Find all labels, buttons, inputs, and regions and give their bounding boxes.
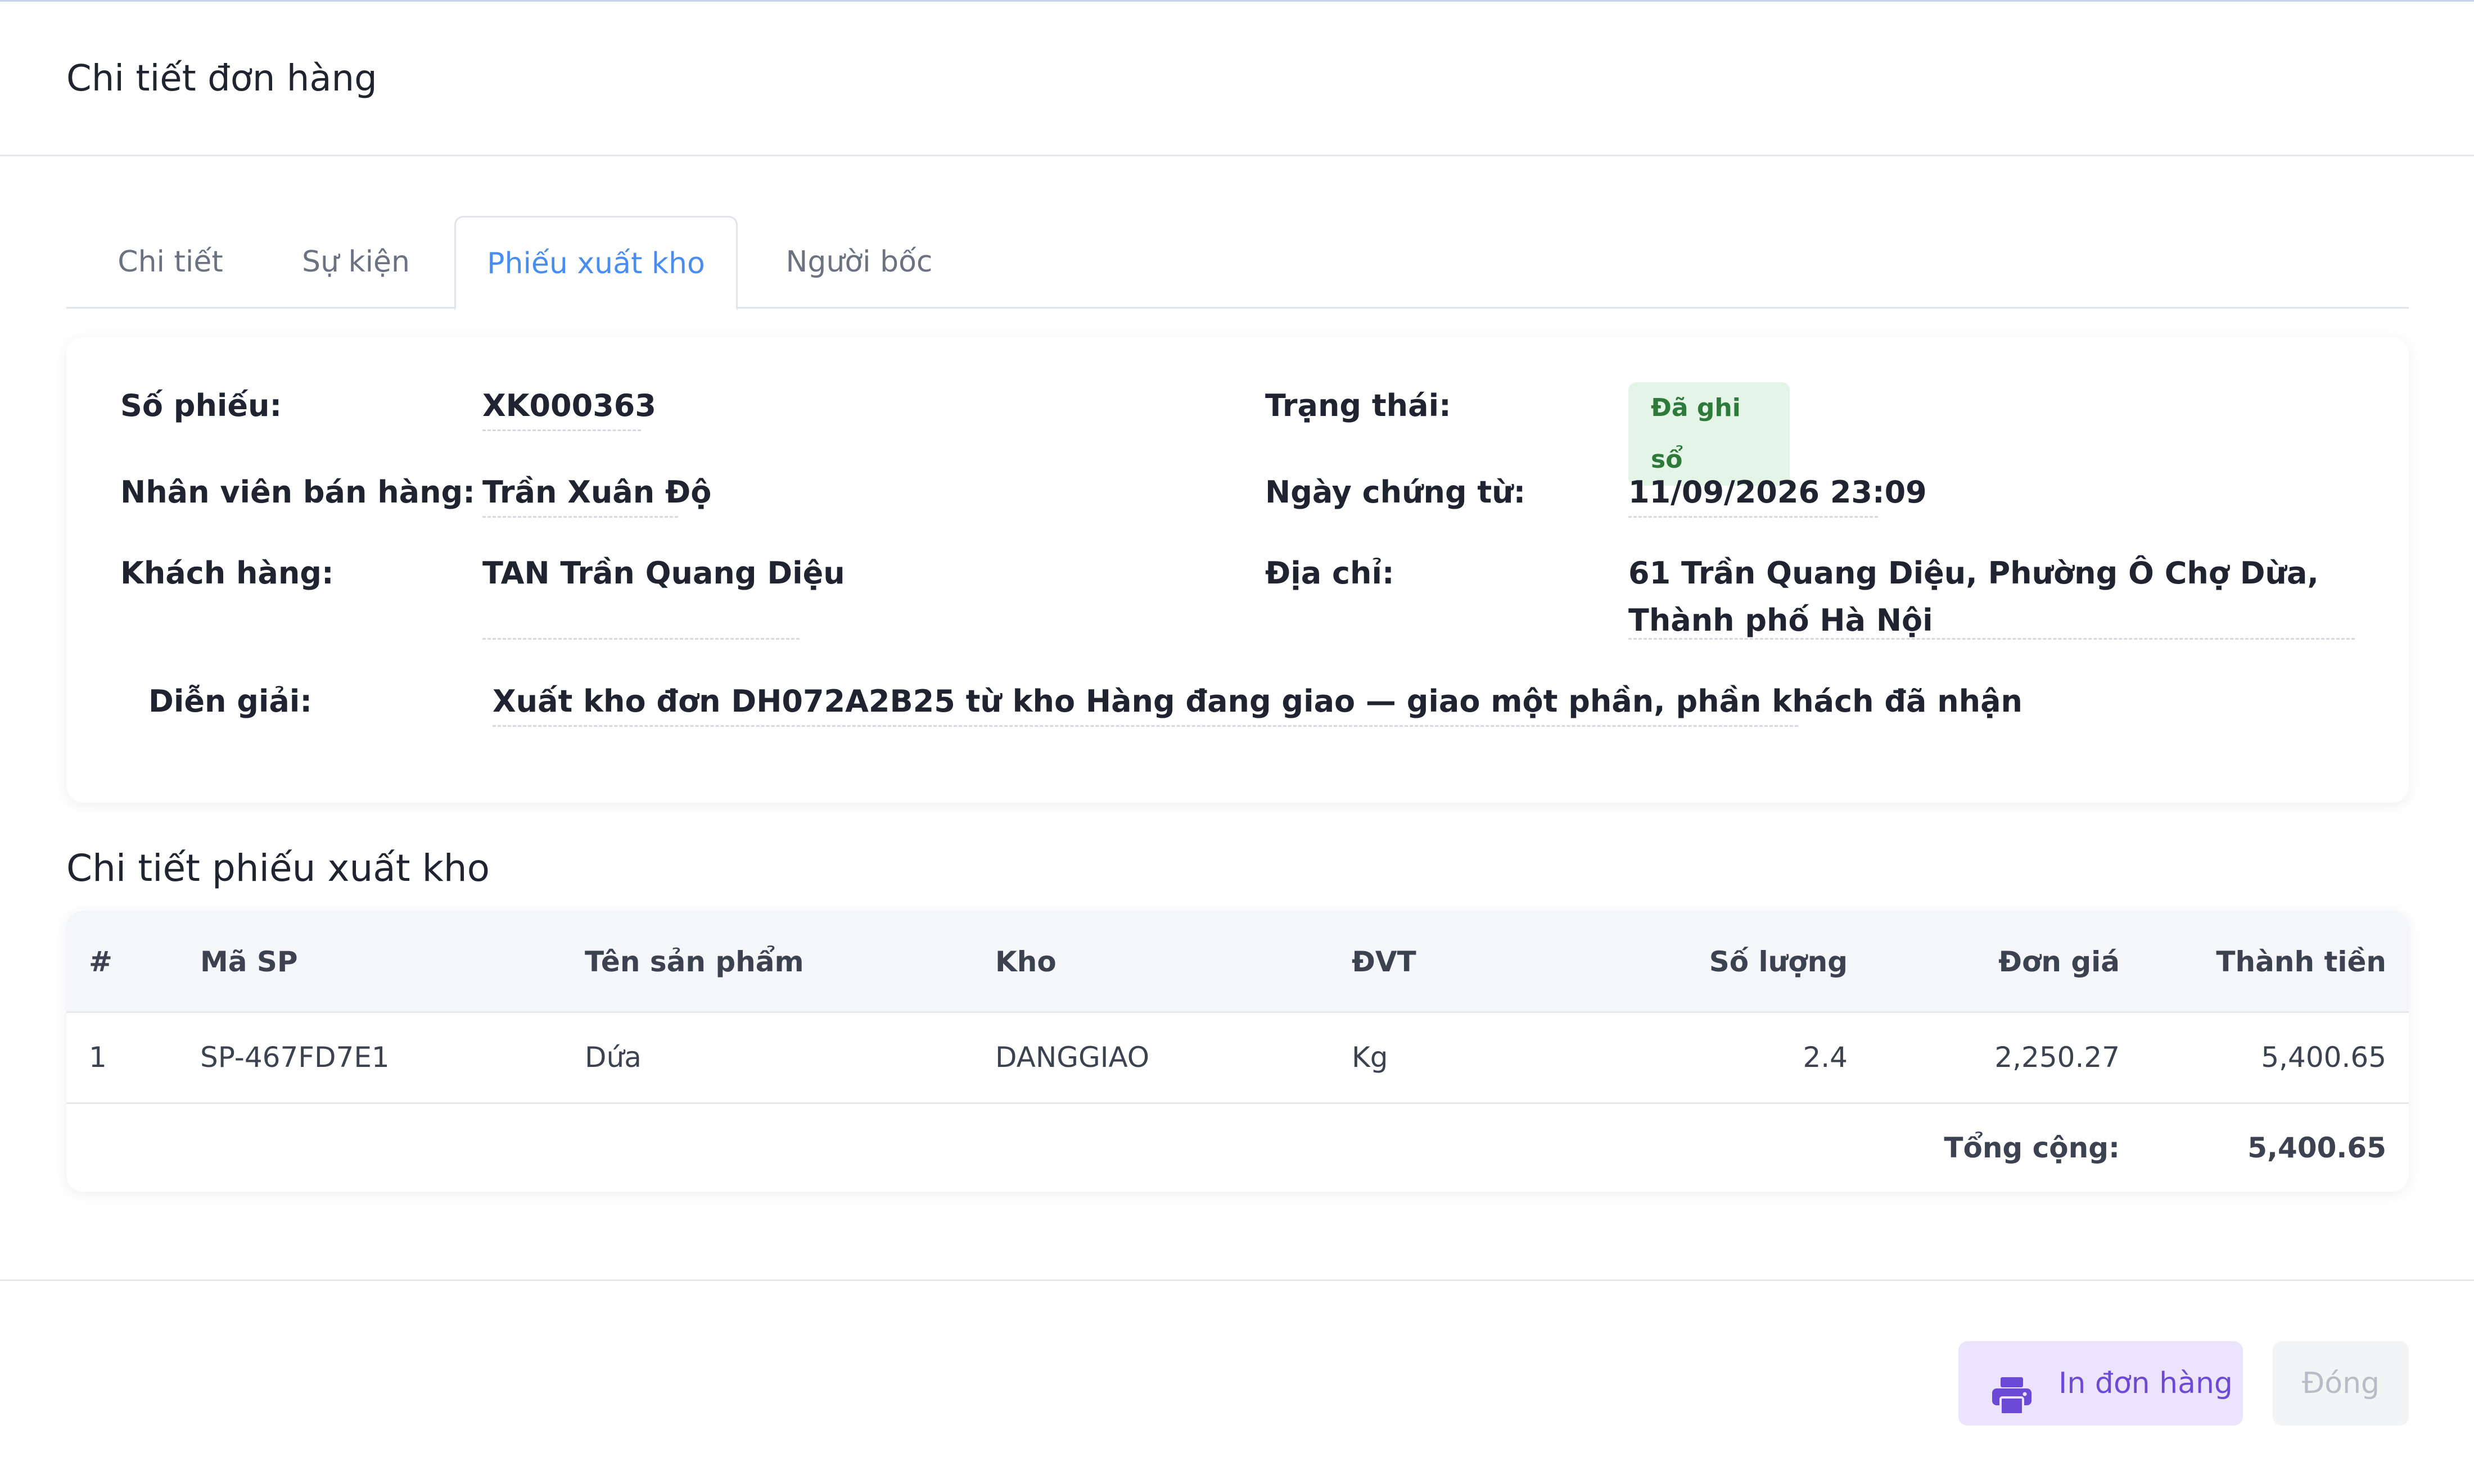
address-value: 61 Trần Quang Diệu, Phường Ô Chợ Dừa, Th… — [1628, 550, 2355, 640]
column-header-product-name: Tên sản phẩm — [585, 945, 804, 978]
column-header-warehouse: Kho — [995, 945, 1057, 978]
close-button[interactable]: Đóng — [2273, 1341, 2409, 1426]
customer-label: Khách hàng: — [120, 555, 334, 591]
cell-unit-price: 2,250.27 — [1994, 1041, 2120, 1074]
cell-quantity: 2.4 — [1803, 1041, 1848, 1074]
total-value: 5,400.65 — [2247, 1132, 2386, 1164]
cell-warehouse: DANGGIAO — [995, 1041, 1150, 1074]
table-total-row: Tổng cộng: 5,400.65 — [66, 1104, 2409, 1192]
description-label: Diễn giải: — [148, 684, 312, 719]
printer-icon — [1991, 1364, 2033, 1415]
slip-number-value: XK000363 — [482, 382, 656, 431]
column-header-unit: ĐVT — [1352, 945, 1416, 978]
column-header-index: # — [89, 945, 112, 978]
document-date-label: Ngày chứng từ: — [1265, 474, 1526, 510]
modal-title: Chi tiết đơn hàng — [66, 58, 377, 99]
print-order-button[interactable]: In đơn hàng — [1958, 1341, 2243, 1426]
tab-bar: Chi tiết Sự kiện Phiếu xuất kho Người bố… — [66, 216, 2409, 310]
print-order-label: In đơn hàng — [2058, 1367, 2233, 1400]
export-slip-table: # Mã SP Tên sản phẩm Kho ĐVT Số lượng Đơ… — [66, 911, 2409, 1192]
status-field: Đã ghi sổ — [1628, 382, 1790, 486]
column-header-quantity: Số lượng — [1709, 945, 1848, 978]
status-label: Trạng thái: — [1265, 388, 1451, 423]
export-slip-info-card: Số phiếu: XK000363 Trạng thái: Đã ghi sổ… — [66, 337, 2409, 803]
description-value: Xuất kho đơn DH072A2B25 từ kho Hàng đang… — [493, 678, 2022, 727]
salesperson-value: Trần Xuân Độ — [482, 469, 711, 518]
export-slip-detail-title: Chi tiết phiếu xuất kho — [66, 847, 490, 890]
document-date-value: 11/09/2026 23:09 — [1628, 469, 1927, 518]
cell-product-name: Dứa — [585, 1041, 642, 1074]
cell-unit: Kg — [1352, 1041, 1388, 1074]
cell-product-code: SP-467FD7E1 — [200, 1041, 390, 1074]
table-row: 1 SP-467FD7E1 Dứa DANGGIAO Kg 2.4 2,250.… — [66, 1013, 2409, 1104]
slip-number-label: Số phiếu: — [120, 388, 282, 423]
column-header-product-code: Mã SP — [200, 945, 298, 978]
table-header: # Mã SP Tên sản phẩm Kho ĐVT Số lượng Đơ… — [66, 911, 2409, 1013]
order-detail-modal: Chi tiết đơn hàng Chi tiết Sự kiện Phiếu… — [0, 0, 2474, 1484]
tab-details[interactable]: Chi tiết — [94, 216, 246, 309]
modal-footer: In đơn hàng Đóng — [0, 1279, 2474, 1484]
tab-pickers[interactable]: Người bốc — [769, 216, 949, 309]
column-header-unit-price: Đơn giá — [1998, 945, 2120, 978]
cell-amount: 5,400.65 — [2261, 1041, 2386, 1074]
total-label: Tổng cộng: — [1944, 1132, 2120, 1164]
salesperson-label: Nhân viên bán hàng: — [120, 474, 475, 510]
tab-export-slip[interactable]: Phiếu xuất kho — [454, 216, 738, 310]
cell-index: 1 — [89, 1041, 107, 1074]
modal-header: Chi tiết đơn hàng — [0, 0, 2474, 156]
customer-value: TAN Trần Quang Diệu — [482, 550, 845, 640]
address-label: Địa chỉ: — [1265, 555, 1394, 591]
tab-events[interactable]: Sự kiện — [291, 216, 421, 309]
column-header-amount: Thành tiền — [2216, 945, 2386, 978]
